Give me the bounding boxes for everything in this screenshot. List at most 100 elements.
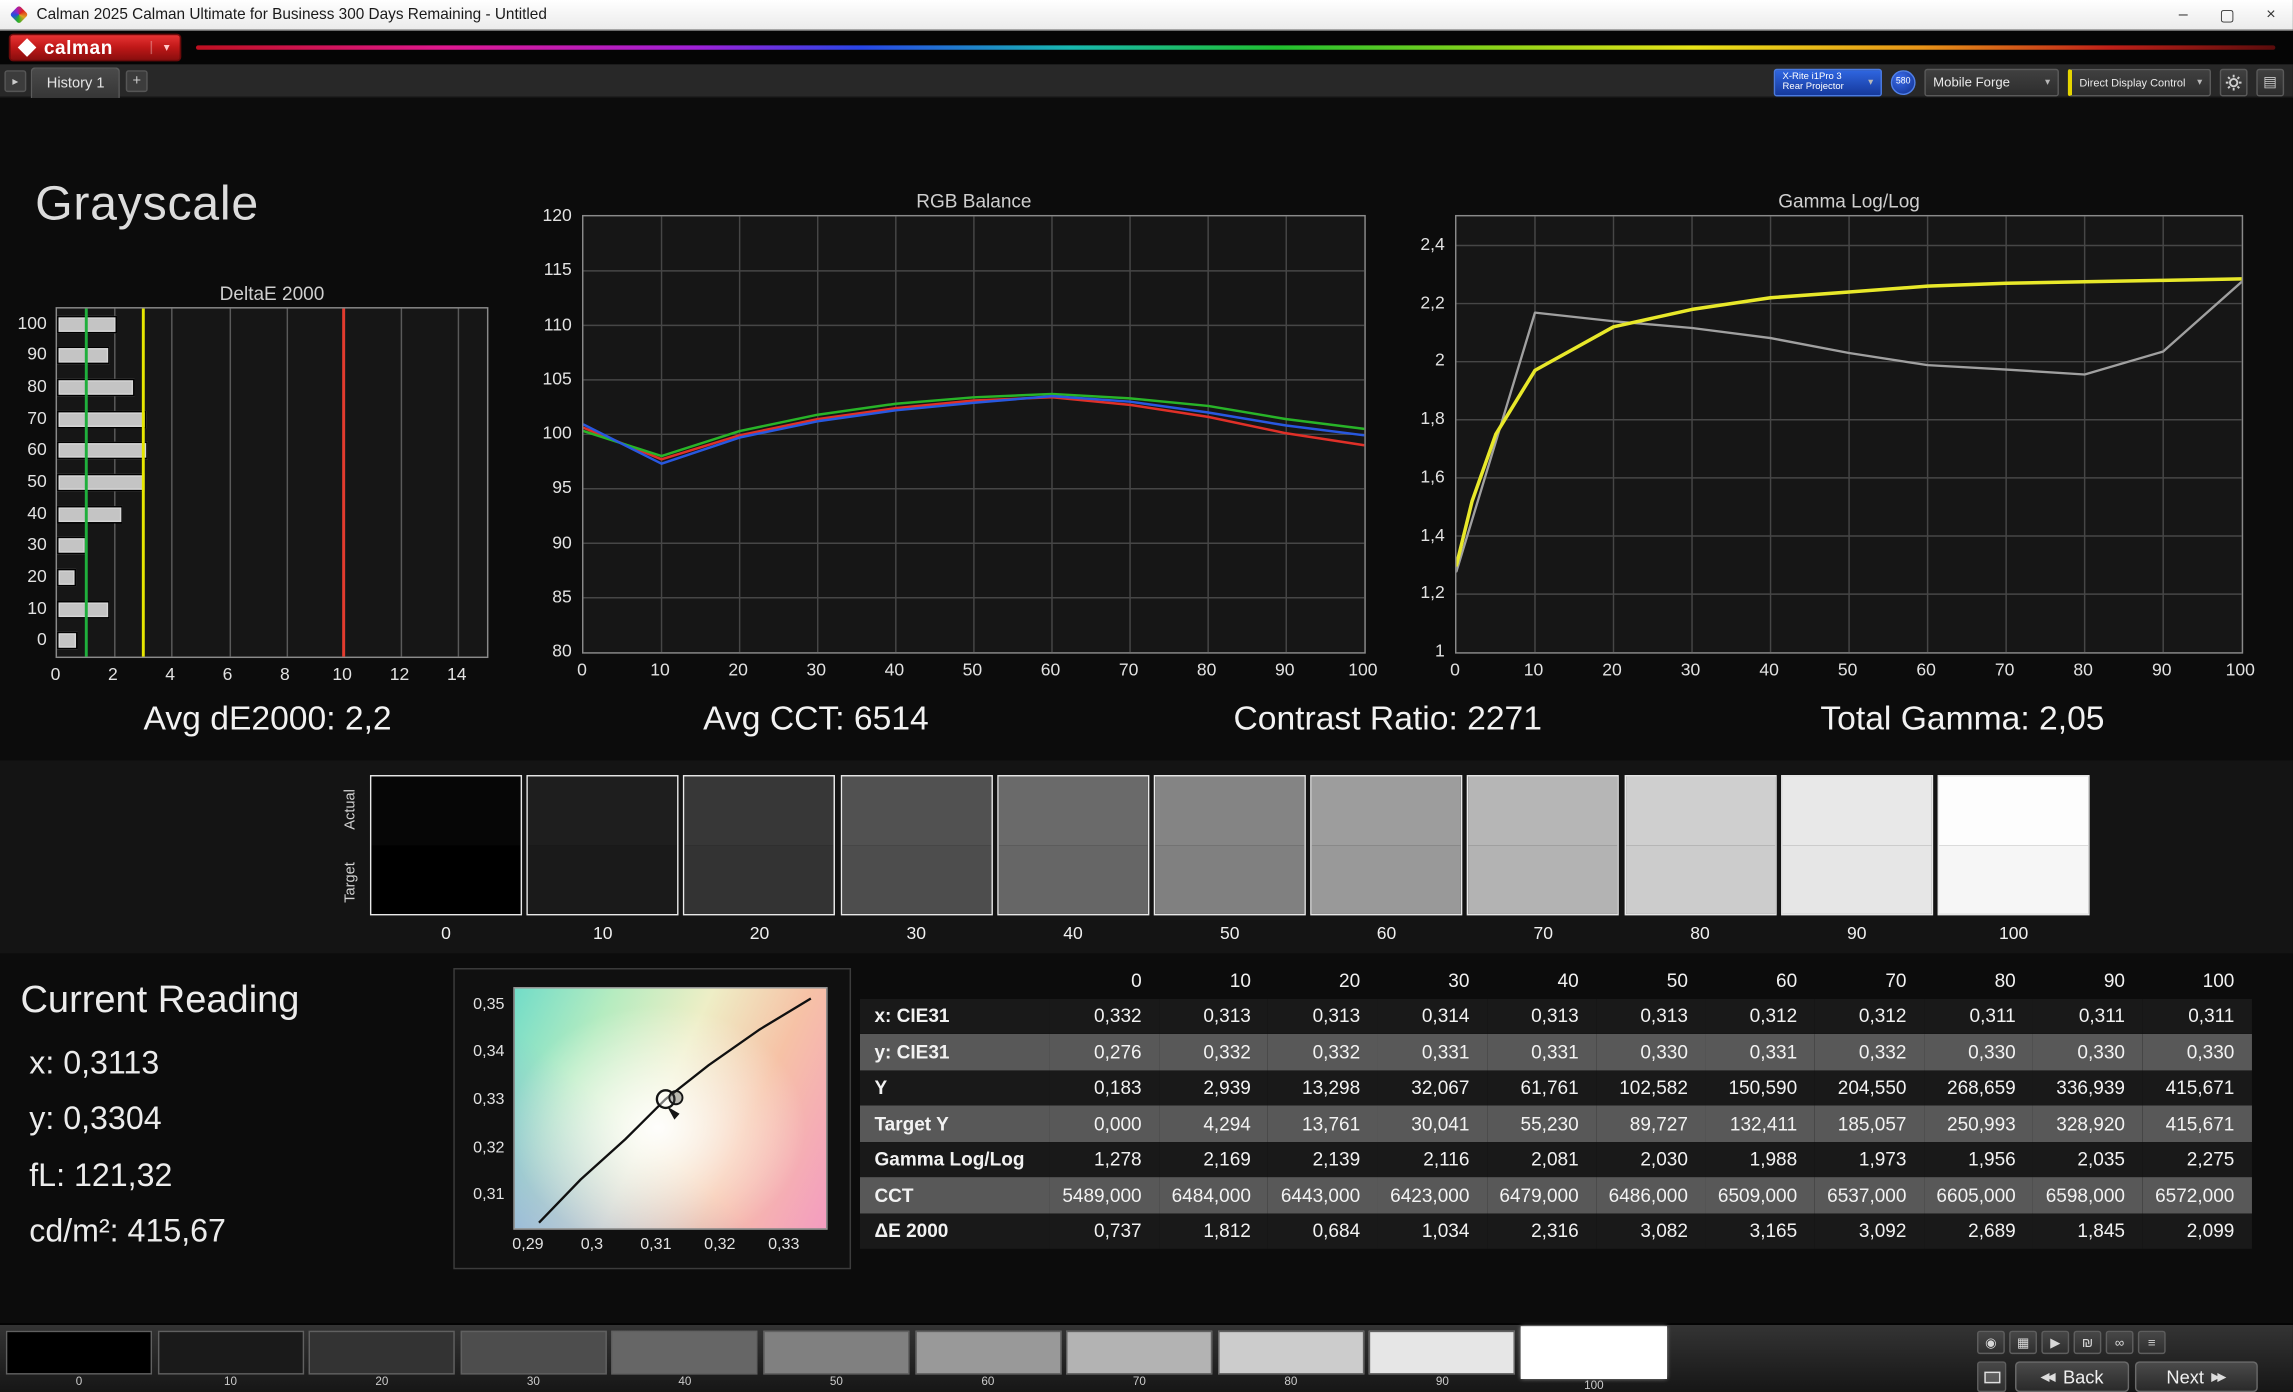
table-row-label: Y: [874, 1076, 888, 1099]
rewind-icon: ◀◀: [2040, 1370, 2056, 1384]
x-tick-label: 10: [332, 663, 352, 685]
swatch-target: [1782, 845, 1932, 914]
x-tick-label: 30: [1680, 659, 1701, 680]
table-cell: 2,169: [1203, 1148, 1251, 1171]
cie-plot-svg: [538, 997, 812, 1224]
gamma-chart: [1454, 214, 2244, 654]
page-title: Grayscale: [35, 175, 259, 230]
table-cell: 6423,000: [1390, 1184, 1470, 1207]
x-tick-label: 90: [1274, 659, 1295, 680]
gridline: [171, 308, 174, 657]
target-icon[interactable]: ◉: [1977, 1330, 2005, 1355]
x-tick-label: 0,31: [640, 1235, 672, 1254]
table-cell: 0,331: [1531, 1040, 1579, 1063]
table-cell: 13,761: [1302, 1112, 1361, 1135]
table-cell: 2,939: [1203, 1076, 1251, 1099]
x-tick-label: 2: [107, 663, 118, 685]
currency-icon[interactable]: ₪: [2073, 1330, 2102, 1355]
table-row: x: CIE31 0,332 0,313 0,313 0,314 0,313 0,313 0,…: [859, 998, 2252, 1034]
rgb-balance-chart-title: RGB Balance: [916, 190, 1032, 213]
swatch-level-label: 100: [1998, 922, 2029, 944]
table-col-header-20: 20: [1339, 969, 1361, 992]
table-cell: 2,689: [1968, 1219, 2016, 1242]
table-col-header-40: 40: [1557, 969, 1579, 992]
y-tick-label: 0: [37, 629, 47, 650]
table-cell: 2,030: [1640, 1148, 1688, 1171]
y-tick-label: 1: [1434, 640, 1445, 661]
cie-chart-panel: 0,35 0,34 0,33 0,32 0,31 0,29 0,3 0,31 0,32 0,33: [453, 968, 852, 1270]
x-tick-label: 40: [884, 659, 905, 680]
table-cell: 0,000: [1094, 1112, 1142, 1135]
y-tick-label: 85: [552, 586, 572, 607]
y-tick-label: 10: [27, 597, 47, 618]
deltae-y-axis: 100 90 80 70 60 50 40 30 20 10 0: [0, 307, 51, 658]
table-cell: 1,973: [1858, 1148, 1907, 1171]
x-tick-label: 20: [728, 659, 748, 680]
screen: Calman 2025 Calman Ultimate for Business…: [0, 0, 2293, 1392]
table-cell: 0,311: [2188, 1004, 2235, 1027]
reference-line: [84, 308, 88, 657]
table-cell: 89,727: [1629, 1112, 1688, 1135]
gamma-y-axis: 2,4 2,2 2 1,8 1,6 1,4 1,2 1: [1396, 215, 1449, 661]
x-tick-label: 70: [1994, 659, 2015, 680]
swatch-level-label: 20: [749, 922, 770, 944]
y-tick-label: 0,33: [473, 1090, 505, 1109]
table-cell: 5489,000: [1062, 1184, 1142, 1207]
swatch-target: [1939, 845, 2089, 914]
grid-icon[interactable]: ▦: [2009, 1330, 2037, 1355]
pattern-window-icon[interactable]: [1977, 1361, 2007, 1392]
swatch-target: [1625, 845, 1775, 914]
swatch-target: [1311, 845, 1462, 914]
table-cell: 0,332: [1858, 1040, 1907, 1063]
table-cell: 3,092: [1858, 1219, 1907, 1242]
y-tick-label: 100: [17, 312, 47, 334]
grayscale-ramp-panel: Actual Target 0 10 20 30 40 50 60 70 80 90 100: [0, 760, 2293, 954]
table-row-label: Gamma Log/Log: [874, 1148, 1025, 1171]
table-row: y: CIE31 0,276 0,332 0,332 0,331 0,331 0,330 0,…: [859, 1033, 2252, 1070]
gridline: [228, 308, 231, 657]
reading-cursor-2: [668, 1090, 684, 1106]
table-cell: 0,684: [1312, 1219, 1361, 1242]
x-tick-label: 10: [650, 659, 670, 680]
swatch-target: [684, 845, 835, 914]
table-cell: 3,165: [1749, 1219, 1798, 1242]
table-col-header-0: 0: [1131, 969, 1142, 992]
infinity-icon[interactable]: ∞: [2105, 1330, 2134, 1355]
table-cell: 102,582: [1619, 1076, 1688, 1099]
y-tick-label: 90: [552, 531, 572, 553]
locus-curve: [538, 997, 812, 1224]
reference-line: [342, 308, 346, 657]
table-cell: 0,332: [1094, 1004, 1142, 1027]
grayscale-swatch-40: 40: [996, 775, 1150, 943]
main-area: Grayscale DeltaE 2000 100 90 80 70 60 50 40 30 2…: [0, 0, 2293, 1392]
table-cell: 132,411: [1729, 1112, 1798, 1135]
back-button[interactable]: ◀◀ Back: [2015, 1361, 2130, 1392]
list-icon[interactable]: ≡: [2137, 1330, 2166, 1355]
grayscale-swatch-50: 50: [1153, 775, 1306, 943]
table-row: CCT 5489,000 6484,000 6443,000 6423,000 6479,…: [859, 1177, 2252, 1213]
swatch-level-label: 50: [1220, 922, 1240, 944]
rgb-balance-x-axis: 0 10 20 30 40 50 60 70 80 90 100: [577, 659, 1377, 680]
table-cell: 328,920: [2056, 1112, 2125, 1135]
table-col-header-10: 10: [1229, 969, 1251, 992]
y-tick-label: 1,6: [1420, 466, 1445, 487]
table-cell: 1,845: [2077, 1219, 2125, 1242]
grayscale-swatch-10: 10: [526, 775, 679, 943]
pattern-tools: ◉ ▦ ▶ ₪ ∞ ≡: [0, 1325, 2293, 1392]
table-cell: 250,993: [1947, 1112, 2016, 1135]
reading-y: y: 0,3304: [29, 1099, 162, 1137]
play-icon[interactable]: ▶: [2041, 1330, 2070, 1355]
gridline: [286, 308, 288, 657]
swatch-actual: [998, 776, 1148, 846]
actual-row-label: Actual: [342, 789, 359, 830]
next-button[interactable]: Next ▶▶: [2134, 1361, 2258, 1392]
gamma-chart-title: Gamma Log/Log: [1778, 190, 1920, 213]
x-tick-label: 70: [1118, 659, 1139, 680]
table-cell: 2,035: [2077, 1148, 2125, 1171]
table-row-label: ΔE 2000: [874, 1219, 949, 1242]
cie-chart: [513, 987, 828, 1230]
swatch-actual: [1468, 776, 1618, 846]
cie-y-axis: 0,35 0,34 0,33 0,32 0,31: [455, 987, 509, 1230]
table-cell: 2,275: [2186, 1148, 2235, 1171]
deltae-bar-80: [57, 378, 135, 397]
